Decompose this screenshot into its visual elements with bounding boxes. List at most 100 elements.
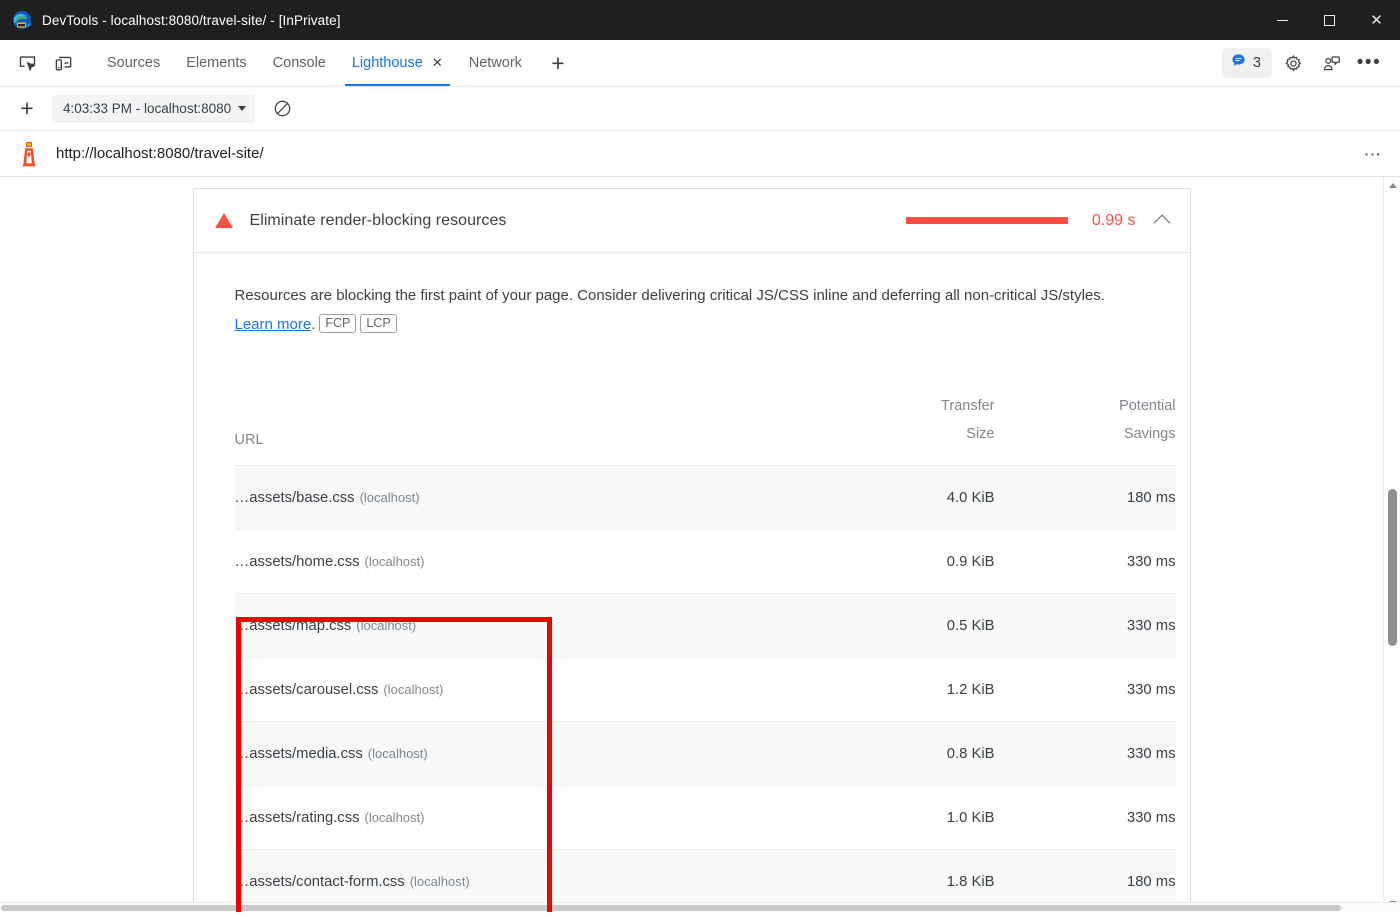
tab-console[interactable]: Console: [260, 40, 339, 86]
tab-label: Network: [469, 55, 522, 71]
resource-url: …assets/home.css: [235, 554, 360, 570]
report-selector-label: 4:03:33 PM - localhost:8080: [63, 101, 231, 116]
column-header-transfer-size[interactable]: Transfer Size: [795, 368, 995, 466]
close-icon[interactable]: ✕: [432, 57, 443, 70]
device-toolbar-icon[interactable]: [46, 47, 80, 79]
horizontal-scrollbar-thumb[interactable]: [1, 905, 1341, 911]
messages-badge[interactable]: 3: [1222, 48, 1272, 78]
resource-host: (localhost): [365, 810, 425, 825]
tab-label: Console: [273, 55, 326, 71]
vertical-scrollbar-thumb[interactable]: [1388, 489, 1397, 646]
cell-potential-savings: 330 ms: [995, 658, 1176, 722]
cell-transfer-size: 1.8 KiB: [795, 850, 995, 903]
close-button[interactable]: ✕: [1353, 0, 1400, 40]
audit-description-text: Resources are blocking the first paint o…: [235, 287, 1105, 304]
tab-label: Lighthouse: [352, 55, 423, 71]
report-url: http://localhost:8080/travel-site/: [56, 145, 264, 162]
window-title: DevTools - localhost:8080/travel-site/ -…: [42, 13, 341, 28]
column-header-potential-savings-line2: Savings: [1124, 426, 1176, 442]
add-tab-button[interactable]: +: [541, 47, 575, 79]
report-scroll-container: Eliminate render-blocking resources 0.99…: [0, 177, 1383, 902]
tab-lighthouse[interactable]: Lighthouse ✕: [339, 40, 456, 86]
cell-url: …assets/contact-form.css (localhost): [235, 850, 795, 903]
close-icon: ✕: [1370, 13, 1383, 28]
resource-url: …assets/carousel.css: [235, 682, 379, 698]
resource-url: …assets/base.css: [235, 490, 355, 506]
audit-header[interactable]: Eliminate render-blocking resources 0.99…: [194, 189, 1190, 253]
audit-description-tail: .: [311, 316, 315, 333]
resource-host: (localhost): [356, 618, 416, 633]
audit-score-bar: [906, 217, 1068, 224]
horizontal-scrollbar[interactable]: [0, 902, 1400, 912]
cell-potential-savings: 180 ms: [995, 850, 1176, 903]
devtools-tab-strip: Sources Elements Console Lighthouse ✕ Ne…: [0, 40, 1400, 87]
gear-icon[interactable]: [1276, 47, 1310, 79]
lighthouse-icon: [18, 141, 40, 167]
learn-more-link[interactable]: Learn more: [235, 316, 312, 333]
more-options-button[interactable]: •••: [1352, 47, 1386, 79]
audit-title: Eliminate render-blocking resources: [250, 212, 507, 230]
cell-transfer-size: 4.0 KiB: [795, 466, 995, 530]
vertical-dots-icon: ⋮: [1367, 146, 1377, 162]
column-header-transfer-size-line2: Size: [966, 426, 994, 442]
resource-url: …assets/contact-form.css: [235, 874, 405, 890]
scroll-up-button[interactable]: [1384, 177, 1400, 194]
tab-elements[interactable]: Elements: [173, 40, 259, 86]
table-header-row: URL Transfer Size Potential Savings: [235, 368, 1176, 466]
table-row[interactable]: …assets/map.css(localhost) 0.5 KiB 330 m…: [235, 594, 1176, 658]
cell-transfer-size: 1.0 KiB: [795, 786, 995, 850]
message-bubble-icon: [1231, 53, 1246, 73]
tab-network[interactable]: Network: [456, 40, 535, 86]
tab-label: Elements: [186, 55, 246, 71]
cell-url: …assets/media.css(localhost): [235, 722, 795, 786]
cell-potential-savings: 330 ms: [995, 594, 1176, 658]
window-controls: ✕: [1259, 0, 1400, 40]
resource-url: …assets/media.css: [235, 746, 363, 762]
edge-logo-icon: [12, 10, 32, 30]
table-row[interactable]: …assets/home.css (localhost) 0.9 KiB 330 …: [235, 530, 1176, 594]
resource-host: (localhost): [383, 682, 443, 697]
window-title-bar: DevTools - localhost:8080/travel-site/ -…: [0, 0, 1400, 40]
minimize-button[interactable]: [1259, 0, 1306, 40]
messages-count: 3: [1253, 56, 1261, 71]
clear-all-icon[interactable]: [265, 93, 299, 125]
table-row[interactable]: …assets/media.css(localhost) 0.8 KiB 330…: [235, 722, 1176, 786]
table-row[interactable]: …assets/carousel.css(localhost) 1.2 KiB …: [235, 658, 1176, 722]
render-blocking-resources-table: URL Transfer Size Potential Savings …ass: [235, 368, 1176, 902]
tabstrip-right-controls: 3 •••: [1222, 47, 1400, 79]
new-report-button[interactable]: +: [10, 93, 44, 125]
chevron-down-icon: [238, 106, 246, 111]
maximize-button[interactable]: [1306, 0, 1353, 40]
title-bar-left: DevTools - localhost:8080/travel-site/ -…: [0, 10, 341, 30]
cell-transfer-size: 1.2 KiB: [795, 658, 995, 722]
tab-sources[interactable]: Sources: [94, 40, 173, 86]
cell-potential-savings: 330 ms: [995, 786, 1176, 850]
column-header-url[interactable]: URL: [235, 368, 795, 466]
cell-potential-savings: 330 ms: [995, 530, 1176, 594]
column-header-transfer-size-line1: Transfer: [941, 398, 994, 414]
audit-score-value: 0.99 s: [1082, 212, 1136, 230]
table-row[interactable]: …assets/rating.css(localhost) 1.0 KiB 33…: [235, 786, 1176, 850]
cell-potential-savings: 330 ms: [995, 722, 1176, 786]
resource-host: (localhost): [410, 874, 470, 889]
arrow-up-icon: [1389, 183, 1397, 188]
table-row[interactable]: …assets/base.css(localhost) 4.0 KiB 180 …: [235, 466, 1176, 530]
audit-header-right: 0.99 s: [906, 212, 1168, 230]
report-selector-dropdown[interactable]: 4:03:33 PM - localhost:8080: [52, 95, 255, 123]
report-more-options-button[interactable]: ⋮: [1358, 140, 1386, 168]
feedback-person-icon[interactable]: [1314, 47, 1348, 79]
cell-url: …assets/home.css (localhost): [235, 530, 795, 594]
inspect-element-icon[interactable]: [10, 47, 44, 79]
cell-url: …assets/rating.css(localhost): [235, 786, 795, 850]
table-body: …assets/base.css(localhost) 4.0 KiB 180 …: [235, 466, 1176, 903]
metric-badge-fcp[interactable]: FCP: [319, 314, 356, 333]
column-header-potential-savings[interactable]: Potential Savings: [995, 368, 1176, 466]
chevron-up-icon[interactable]: [1153, 214, 1170, 231]
cell-url: …assets/base.css(localhost): [235, 466, 795, 530]
vertical-scrollbar[interactable]: [1383, 177, 1400, 912]
report-url-bar: http://localhost:8080/travel-site/ ⋮: [0, 131, 1400, 177]
resource-host: (localhost): [365, 554, 425, 569]
metric-badge-lcp[interactable]: LCP: [360, 314, 396, 333]
cell-transfer-size: 0.9 KiB: [795, 530, 995, 594]
table-row[interactable]: …assets/contact-form.css (localhost) 1.8 …: [235, 850, 1176, 903]
